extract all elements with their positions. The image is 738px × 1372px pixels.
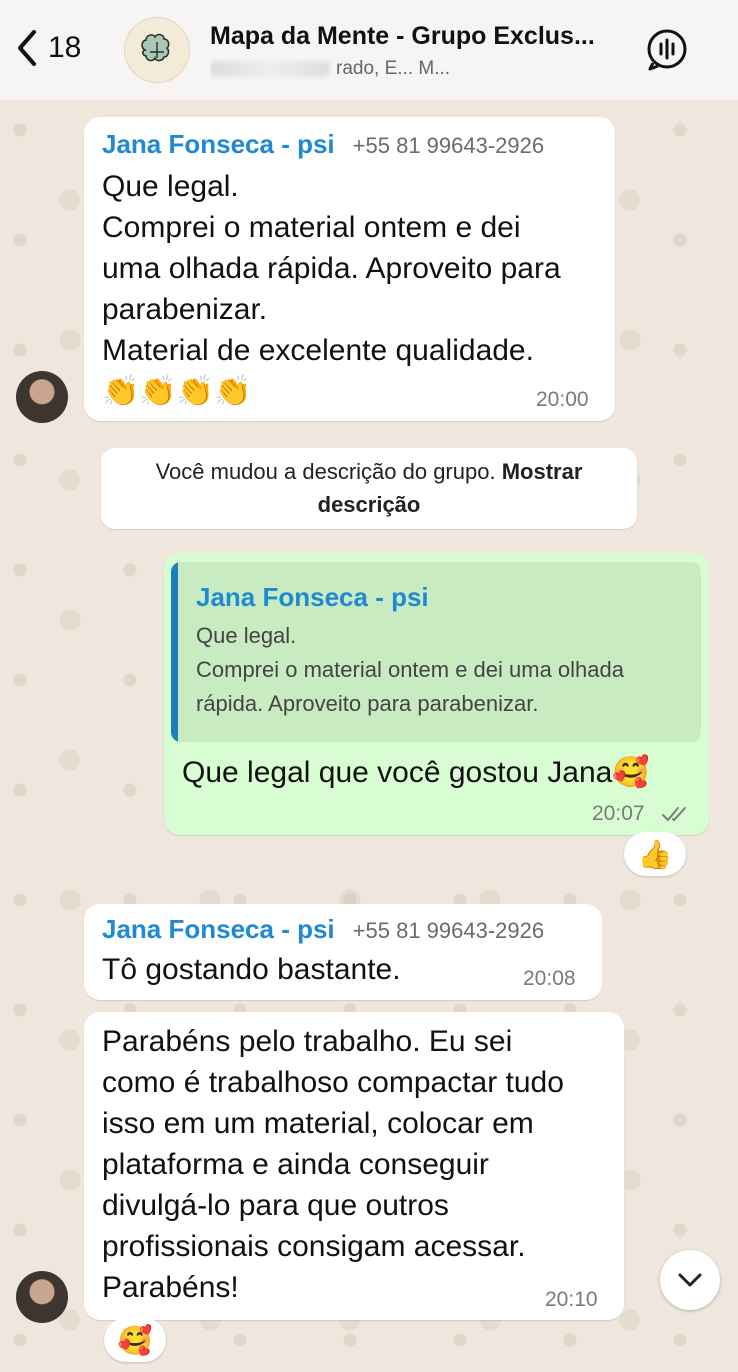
reaction-thumbs-up[interactable]: 👍 (624, 832, 686, 876)
unread-count: 18 (48, 31, 82, 64)
message-bubble[interactable]: Jana Fonseca - psi +55 81 99643-2926 Tô g… (84, 904, 602, 1000)
show-description-link[interactable]: Mostrar (502, 459, 583, 484)
redacted-text (210, 60, 330, 77)
read-receipt-icon (662, 807, 686, 822)
sender-name[interactable]: Jana Fonseca - psi (102, 914, 335, 944)
group-members: rado, E... M... (210, 58, 620, 80)
group-title[interactable]: Mapa da Mente - Grupo Exclus... (210, 22, 630, 51)
sender-avatar[interactable] (16, 1271, 68, 1323)
message-time: 20:07 (592, 802, 645, 825)
group-avatar[interactable] (124, 17, 190, 83)
voice-chat-icon[interactable] (644, 27, 690, 73)
emoji-line: 👏👏👏👏 (102, 375, 252, 408)
message-bubble[interactable]: Jana Fonseca - psi +55 81 99643-2926 Que … (84, 117, 615, 421)
message-text: Parabéns pelo trabalho. Eu sei como é tr… (102, 1025, 564, 1304)
brain-icon (141, 33, 170, 62)
message-time: 20:08 (523, 967, 576, 990)
message-sender-row: Jana Fonseca - psi +55 81 99643-2926 (102, 914, 544, 945)
reaction-smiling-hearts[interactable]: 🥰 (104, 1318, 166, 1362)
message-time: 20:00 (536, 388, 589, 411)
sender-phone[interactable]: +55 81 99643-2926 (353, 918, 544, 943)
quoted-text: Que legal. Comprei o material ontem e de… (196, 623, 625, 716)
message-time: 20:10 (545, 1288, 598, 1311)
scroll-to-bottom-button[interactable] (660, 1250, 720, 1310)
back-button[interactable]: 18 (14, 28, 81, 68)
message-text: Que legal que você gostou Jana🥰 (182, 756, 650, 789)
sender-avatar[interactable] (16, 371, 68, 423)
message-bubble[interactable]: Parabéns pelo trabalho. Eu sei como é tr… (84, 1012, 624, 1320)
chevron-left-icon (18, 30, 36, 66)
system-message: Você mudou a descrição do grupo. Mostrar… (101, 448, 637, 529)
message-text: Tô gostando bastante. (102, 953, 401, 986)
quoted-message[interactable]: Jana Fonseca - psi Que legal. Comprei o … (171, 562, 701, 742)
message-text: Que legal. Comprei o material ontem e de… (102, 166, 607, 412)
sender-phone[interactable]: +55 81 99643-2926 (353, 133, 544, 158)
chevron-down-icon (678, 1273, 702, 1287)
chat-header: 18 Mapa da Mente - Grupo Exclus... rado,… (0, 0, 738, 100)
sender-name[interactable]: Jana Fonseca - psi (102, 129, 335, 159)
message-sender-row: Jana Fonseca - psi +55 81 99643-2926 (102, 129, 544, 160)
quoted-sender: Jana Fonseca - psi (196, 582, 429, 612)
